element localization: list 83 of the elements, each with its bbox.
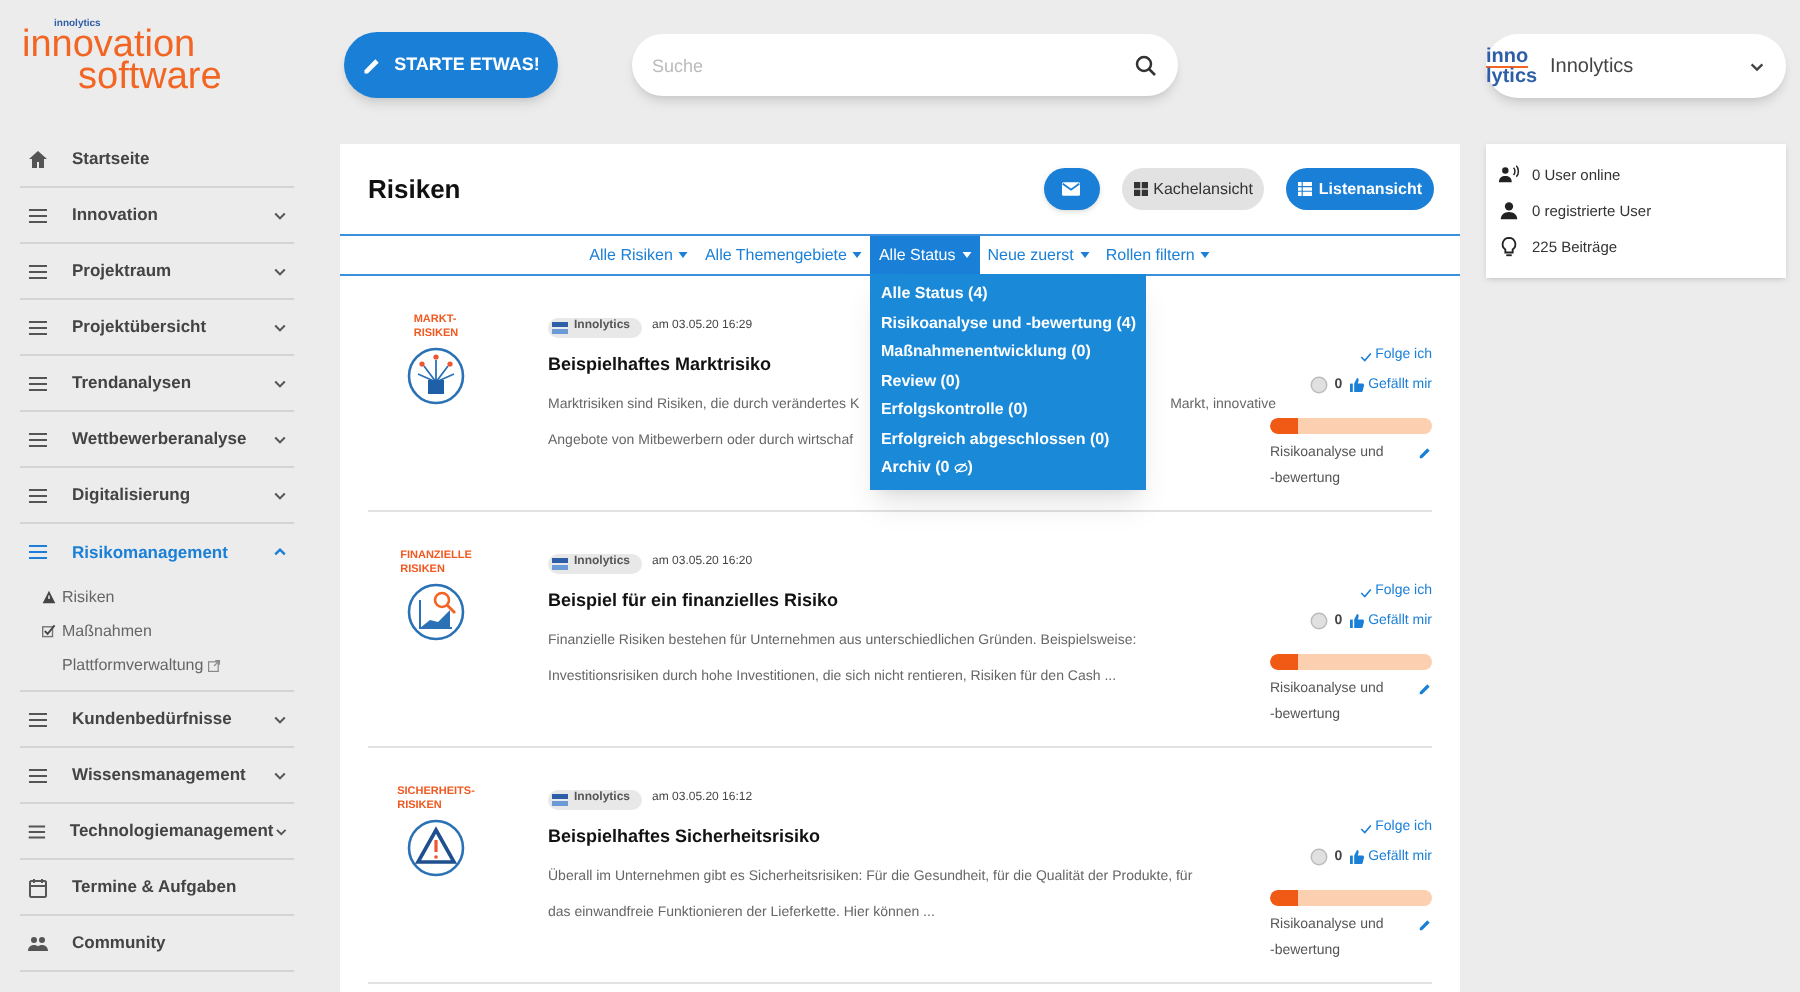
sidebar-item[interactable]: Projektübersicht xyxy=(20,300,294,356)
pencil-icon xyxy=(1418,918,1432,932)
dropdown-option[interactable]: Maßnahmenentwicklung (0) xyxy=(870,338,1147,367)
sidebar-subitem[interactable]: Plattformverwaltung xyxy=(62,653,204,677)
filter-dropdown[interactable]: Alle Themengebiete xyxy=(696,236,871,274)
thumbs-up-icon xyxy=(1350,850,1365,865)
mail-button[interactable] xyxy=(1043,168,1100,210)
sidebar-item[interactable]: Digitalisierung xyxy=(20,468,294,524)
filter-dropdown[interactable]: Neue zuerst xyxy=(979,236,1098,274)
menu-icon xyxy=(26,483,50,507)
list-view-button[interactable]: Listenansicht xyxy=(1286,168,1434,210)
page-title: Risiken xyxy=(368,171,461,208)
thumbs-up-icon xyxy=(1350,378,1365,393)
post-title[interactable]: Beispielhaftes Sicherheitsrisiko xyxy=(548,824,821,851)
caret-down-icon xyxy=(678,252,689,258)
sidebar-item[interactable]: Technologiemanagement xyxy=(20,804,294,860)
warning-icon xyxy=(42,590,56,604)
thumbs-up-icon xyxy=(1350,614,1365,629)
sidebar-item[interactable]: Innovation xyxy=(20,188,294,244)
sidebar-item[interactable]: Termine & Aufgaben xyxy=(20,860,294,916)
people-icon xyxy=(26,931,50,955)
dropdown-option[interactable]: Erfolgskontrolle (0) xyxy=(870,396,1147,425)
search-field[interactable]: Suche xyxy=(632,34,1178,96)
dropdown-option[interactable]: Risikoanalyse und -bewertung (4) xyxy=(870,309,1147,338)
company-logo-icon xyxy=(552,321,568,333)
home-icon xyxy=(26,147,50,171)
calendar-icon xyxy=(26,875,50,899)
users-online-icon xyxy=(1498,164,1520,186)
menu-icon xyxy=(26,315,50,339)
menu-icon xyxy=(26,763,50,787)
start-button[interactable]: STARTE ETWAS! xyxy=(344,32,558,98)
sidebar-item[interactable]: Trendanalysen xyxy=(20,356,294,412)
sidebar-item[interactable]: Kundenbedürfnisse xyxy=(20,692,294,748)
menu-icon xyxy=(26,259,50,283)
sidebar-item[interactable]: Projektraum xyxy=(20,244,294,300)
pencil-icon xyxy=(1418,682,1432,696)
like-count-icon xyxy=(1310,376,1329,395)
checkbox-icon xyxy=(42,624,56,638)
menu-icon xyxy=(26,371,50,395)
like-count-icon xyxy=(1310,848,1329,867)
menu-icon xyxy=(26,707,50,731)
menu-icon xyxy=(26,540,50,564)
menu-icon xyxy=(26,203,50,227)
sidebar-item[interactable]: Startseite xyxy=(20,132,294,188)
post-title[interactable]: Beispielhaftes Marktrisiko xyxy=(548,352,772,379)
lightbulb-icon xyxy=(1498,236,1520,258)
dropdown-option[interactable]: Archiv (0 ) xyxy=(870,454,1147,483)
user-icon xyxy=(1498,200,1520,222)
pencil-icon xyxy=(1418,446,1432,460)
organization-logo: inno lytics xyxy=(1486,47,1538,85)
organization-name: Innolytics xyxy=(1550,53,1634,81)
sidebar-subitem[interactable]: Risiken xyxy=(62,585,115,609)
sidebar-subitem[interactable]: Maßnahmen xyxy=(62,619,152,643)
sidebar-item[interactable]: Wissensmanagement xyxy=(20,748,294,804)
check-icon xyxy=(1359,823,1372,834)
company-logo-icon xyxy=(552,557,568,569)
pencil-icon xyxy=(362,55,383,75)
filter-dropdown[interactable]: Rollen filtern xyxy=(1097,236,1219,274)
sidebar-item[interactable]: Wettbewerberanalyse xyxy=(20,412,294,468)
menu-icon xyxy=(26,427,50,451)
filter-dropdown[interactable]: Alle Risiken xyxy=(581,236,697,274)
sidebar-item[interactable]: Community xyxy=(20,916,294,972)
search-icon xyxy=(1134,54,1158,78)
logo-text: innovation xyxy=(22,30,196,62)
tile-view-button[interactable]: Kachelansicht xyxy=(1121,168,1265,210)
dropdown-option[interactable]: Alle Status (4) xyxy=(870,280,1147,309)
post-title[interactable]: Beispiel für ein finanzielles Risiko xyxy=(548,588,839,615)
mail-icon xyxy=(1062,182,1081,196)
grid-icon xyxy=(1133,182,1148,196)
caret-down-icon xyxy=(852,252,863,258)
caret-down-icon xyxy=(1200,252,1211,258)
caret-down-icon xyxy=(961,252,972,258)
caret-down-icon xyxy=(1079,252,1090,258)
like-count-icon xyxy=(1310,612,1329,631)
dropdown-option[interactable]: Erfolgreich abgeschlossen (0) xyxy=(870,425,1147,454)
company-logo-icon xyxy=(552,793,568,805)
sidebar-item[interactable]: Risikomanagement xyxy=(20,524,294,580)
list-icon xyxy=(1298,182,1313,196)
logo-text: software xyxy=(78,62,222,94)
check-icon xyxy=(1359,587,1372,598)
dropdown-option[interactable]: Review (0) xyxy=(870,367,1147,396)
filter-dropdown[interactable]: Alle Status xyxy=(870,236,980,274)
check-icon xyxy=(1359,351,1372,362)
